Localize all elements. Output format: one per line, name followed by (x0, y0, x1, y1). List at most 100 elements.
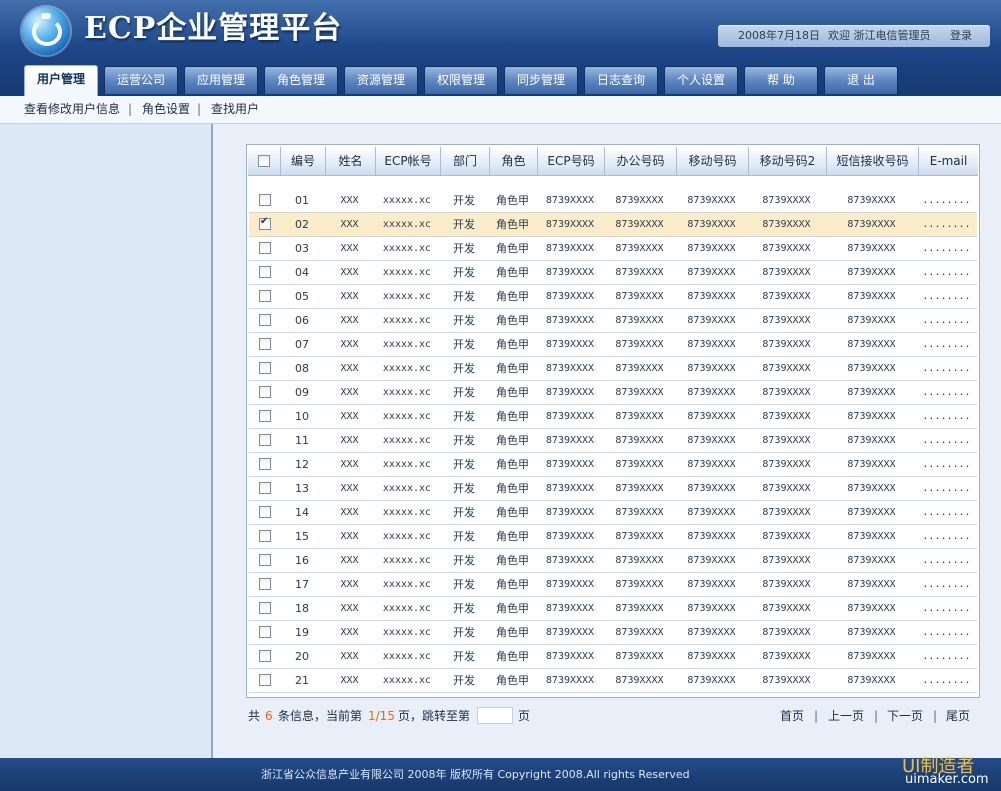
row-checkbox-icon[interactable] (259, 242, 271, 254)
table-row[interactable]: 07 XXX xxxxx.xc 开发 角色甲 8739XXXX 8739XXXX 8739XX… (249, 333, 977, 357)
row-checkbox-icon[interactable] (259, 554, 271, 566)
first-page-link[interactable]: 首页 (780, 707, 804, 725)
row-checkbox-icon[interactable] (259, 216, 271, 230)
table-row[interactable]: 14 XXX xxxxx.xc 开发 角色甲 8739XXXX 8739XXXX 8739XX… (249, 501, 977, 525)
tab-help[interactable]: 帮 助 (744, 66, 818, 94)
subnav-view-edit-user[interactable]: 查看修改用户信息 (24, 96, 120, 123)
cell-dept: 开发 (453, 626, 475, 639)
cell-role: 角色甲 (496, 242, 529, 255)
last-page-link[interactable]: 尾页 (946, 707, 970, 725)
row-checkbox-icon[interactable] (259, 602, 271, 614)
cell-ecp-number: 8739XXXX (545, 363, 595, 374)
table-row[interactable]: 04 XXX xxxxx.xc 开发 角色甲 8739XXXX 8739XXXX 8739XX… (249, 261, 977, 285)
table-row[interactable]: 08 XXX xxxxx.xc 开发 角色甲 8739XXXX 8739XXXX 8739XX… (249, 357, 977, 381)
cell-role: 角色甲 (496, 290, 529, 303)
cell-name: XXX (340, 267, 359, 278)
table-row[interactable]: 05 XXX xxxxx.xc 开发 角色甲 8739XXXX 8739XXXX 8739XX… (249, 285, 977, 309)
tab-resource-management[interactable]: 资源管理 (344, 66, 418, 94)
row-checkbox-icon[interactable] (259, 674, 271, 686)
cell-role: 角色甲 (496, 554, 529, 567)
page-jump-input[interactable] (477, 707, 513, 724)
login-link[interactable]: 登录 (950, 25, 972, 47)
table-row[interactable]: 01 XXX xxxxx.xc 开发 角色甲 8739XXXX 8739XXXX 8739XX… (249, 189, 977, 213)
select-all-checkbox-icon[interactable] (258, 155, 270, 167)
tab-permission-management[interactable]: 权限管理 (424, 66, 498, 94)
table-row[interactable]: 10 XXX xxxxx.xc 开发 角色甲 8739XXXX 8739XXXX 8739XX… (249, 405, 977, 429)
prev-page-link[interactable]: 上一页 (828, 707, 864, 725)
table-row[interactable]: 06 XXX xxxxx.xc 开发 角色甲 8739XXXX 8739XXXX 8739XX… (249, 309, 977, 333)
cell-mobile: 8739XXXX (687, 411, 736, 422)
pager-mid-text: 条信息，当前第 (278, 709, 363, 723)
cell-email: ........ (922, 651, 971, 662)
table-row[interactable]: 12 XXX xxxxx.xc 开发 角色甲 8739XXXX 8739XXXX 8739XX… (249, 453, 977, 477)
table-row[interactable]: 11 XXX xxxxx.xc 开发 角色甲 8739XXXX 8739XXXX 8739XX… (249, 429, 977, 453)
row-checkbox-icon[interactable] (259, 410, 271, 422)
cell-sms-number: 8739XXXX (847, 387, 896, 398)
table-row[interactable]: 16 XXX xxxxx.xc 开发 角色甲 8739XXXX 8739XXXX 8739XX… (249, 549, 977, 573)
row-checkbox-icon[interactable] (259, 458, 271, 470)
row-checkbox-icon[interactable] (259, 314, 271, 326)
cell-name: XXX (340, 627, 359, 638)
cell-account: xxxxx.xc (382, 195, 432, 206)
row-checkbox-icon[interactable] (259, 266, 271, 278)
row-checkbox-icon[interactable] (259, 362, 271, 374)
cell-role: 角色甲 (496, 386, 529, 399)
table-row[interactable]: 19 XXX xxxxx.xc 开发 角色甲 8739XXXX 8739XXXX 8739XX… (249, 621, 977, 645)
row-checkbox-icon[interactable] (259, 506, 271, 518)
cell-office-number: 8739XXXX (615, 483, 664, 494)
cell-dept: 开发 (453, 434, 475, 447)
tab-role-management[interactable]: 角色管理 (264, 66, 338, 94)
row-checkbox-icon[interactable] (259, 194, 271, 206)
cell-account: xxxxx.xc (382, 411, 432, 422)
row-checkbox-icon[interactable] (259, 650, 271, 662)
cell-role: 角色甲 (496, 458, 529, 471)
cell-office-number: 8739XXXX (615, 531, 664, 542)
app-header: ECP企业管理平台 2008年7月18日 欢迎 浙江电信管理员 登录 用户管理 … (0, 0, 1001, 96)
tab-app-management[interactable]: 应用管理 (184, 66, 258, 94)
cell-name: XXX (340, 507, 359, 518)
table-row[interactable]: 21 XXX xxxxx.xc 开发 角色甲 8739XXXX 8739XXXX 8739XX… (249, 669, 977, 693)
tab-log-query[interactable]: 日志查询 (584, 66, 658, 94)
tab-sync-management[interactable]: 同步管理 (504, 66, 578, 94)
cell-id: 18 (295, 602, 309, 615)
cell-mobile2: 8739XXXX (762, 531, 811, 542)
table-row[interactable]: 03 XXX xxxxx.xc 开发 角色甲 8739XXXX 8739XXXX 8739XX… (249, 237, 977, 261)
row-checkbox-icon[interactable] (259, 626, 271, 638)
row-checkbox-icon[interactable] (259, 386, 271, 398)
row-checkbox-icon[interactable] (259, 290, 271, 302)
table-row[interactable]: 18 XXX xxxxx.xc 开发 角色甲 8739XXXX 8739XXXX 8739XX… (249, 597, 977, 621)
ecp-logo-icon (22, 7, 70, 55)
subnav-find-user[interactable]: 查找用户 (211, 96, 259, 123)
row-checkbox-icon[interactable] (259, 482, 271, 494)
row-checkbox-icon[interactable] (259, 530, 271, 542)
sub-nav: 查看修改用户信息 | 角色设置 | 查找用户 (0, 96, 1001, 124)
tab-user-management[interactable]: 用户管理 (24, 65, 98, 96)
subnav-role-settings[interactable]: 角色设置 (142, 96, 190, 123)
tab-personal-settings[interactable]: 个人设置 (664, 66, 738, 94)
tab-logout[interactable]: 退 出 (824, 66, 898, 94)
row-checkbox-icon[interactable] (259, 434, 271, 446)
cell-mobile: 8739XXXX (687, 651, 736, 662)
cell-role: 角色甲 (496, 194, 529, 207)
table-row[interactable]: 09 XXX xxxxx.xc 开发 角色甲 8739XXXX 8739XXXX 8739XX… (249, 381, 977, 405)
cell-office-number: 8739XXXX (615, 219, 664, 230)
cell-dept: 开发 (453, 314, 475, 327)
cell-office-number: 8739XXXX (615, 387, 664, 398)
cell-role: 角色甲 (496, 602, 529, 615)
cell-account: xxxxx.xc (382, 291, 432, 302)
table-row[interactable]: 02 XXX xxxxx.xc 开发 角色甲 8739XXXX 8739XXXX 8739XX… (249, 213, 977, 237)
next-page-link[interactable]: 下一页 (887, 707, 923, 725)
table-row[interactable]: 15 XXX xxxxx.xc 开发 角色甲 8739XXXX 8739XXXX 8739XX… (249, 525, 977, 549)
cell-name: XXX (340, 339, 359, 350)
table-row[interactable]: 13 XXX xxxxx.xc 开发 角色甲 8739XXXX 8739XXXX 8739XX… (249, 477, 977, 501)
left-sidebar (0, 124, 213, 758)
tab-operating-companies[interactable]: 运营公司 (104, 66, 178, 94)
row-checkbox-icon[interactable] (259, 578, 271, 590)
row-checkbox-icon[interactable] (259, 338, 271, 350)
table-row[interactable]: 17 XXX xxxxx.xc 开发 角色甲 8739XXXX 8739XXXX 8739XX… (249, 573, 977, 597)
cell-office-number: 8739XXXX (615, 339, 664, 350)
table-row[interactable]: 20 XXX xxxxx.xc 开发 角色甲 8739XXXX 8739XXXX 8739XX… (249, 645, 977, 669)
cell-account: xxxxx.xc (382, 531, 432, 542)
header-select-all[interactable] (248, 147, 281, 176)
cell-ecp-number: 8739XXXX (545, 291, 595, 302)
